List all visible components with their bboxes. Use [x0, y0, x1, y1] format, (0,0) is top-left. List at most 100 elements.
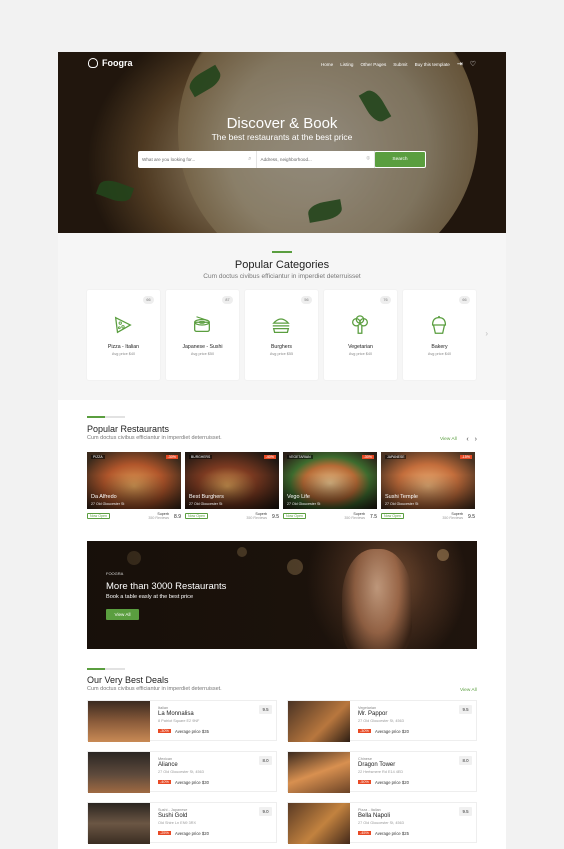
carousel-next-icon[interactable]: ›	[485, 329, 488, 338]
deal-item[interactable]: Chinese Dragon Tower 22 Hertsmere Rd E14…	[287, 751, 477, 793]
deal-discount-badge: -30%	[158, 729, 171, 733]
deal-score: 9.0	[259, 807, 272, 816]
pizza-icon	[114, 316, 132, 334]
search-what-placeholder: What are you looking for...	[142, 157, 196, 162]
popular-categories-section: Popular Categories Cum doctus civibus ef…	[58, 233, 506, 400]
restaurant-name: Da Alfredo	[91, 494, 117, 500]
sushi-icon	[194, 316, 210, 333]
deal-item[interactable]: Vegetarian Mr. Pappor 27 Old Gloucester …	[287, 700, 477, 742]
category-card[interactable]: 87 Japanese - Sushi Avg price $50	[166, 290, 239, 380]
section-divider	[105, 416, 125, 418]
deal-item[interactable]: Italian La Monnalisa 8 Patriot Square E2…	[87, 700, 277, 742]
search-what-input[interactable]: What are you looking for... ⌕	[138, 151, 257, 168]
deal-address: 8 Patriot Square E2 9NF	[158, 719, 200, 723]
nav-buy-template[interactable]: Buy this template	[415, 62, 450, 67]
main-nav: Home Listing Other Pages Submit Buy this…	[321, 60, 476, 68]
restaurant-address: 27 Old Gloucester St	[189, 502, 223, 506]
deal-name: Mr. Pappor	[358, 711, 388, 717]
discount-badge: -40%	[263, 455, 276, 459]
deal-cuisine: Chinese	[358, 757, 372, 761]
deal-average-price: Average price $20	[375, 729, 409, 734]
deal-average-price: Average price $20	[375, 780, 409, 785]
deal-photo	[288, 752, 350, 793]
deal-score: 9.5	[459, 807, 472, 816]
hero-title: Discover & Book	[226, 115, 338, 132]
deal-average-price: Average price $35	[175, 729, 209, 734]
cupcake-icon	[431, 315, 447, 334]
banner-brand: FOOGRA	[106, 571, 124, 576]
burger-icon	[272, 318, 290, 333]
deal-name: Aliance	[158, 762, 178, 768]
deal-item[interactable]: Pizza - Italian Bella Napoli 27 Old Glou…	[287, 802, 477, 844]
category-count: 87	[222, 296, 233, 304]
rating-label: Superb 350 Reviews	[344, 512, 365, 521]
broccoli-icon	[352, 315, 368, 334]
category-name: Vegetarian	[348, 344, 373, 350]
section-accent-line	[87, 416, 105, 418]
logo[interactable]: Foogra	[88, 58, 133, 68]
categories-subtitle: Cum doctus civibus efficiantur in imperd…	[203, 273, 361, 280]
category-count: 56	[301, 296, 312, 304]
category-card[interactable]: 56 Burghers Avg price $55	[245, 290, 318, 380]
deal-photo	[88, 701, 150, 742]
deal-item[interactable]: Mexican Aliance 27 Old Gloucester St, 45…	[87, 751, 277, 793]
restaurant-photo: PIZZA -30% Da Alfredo 27 Old Gloucester …	[87, 452, 181, 509]
rating-score: 9.5	[468, 514, 475, 520]
deal-score: 9.5	[459, 705, 472, 714]
category-count: 66	[459, 296, 470, 304]
open-status-badge: Now Open	[381, 513, 404, 519]
category-name: Japanese - Sushi	[182, 344, 223, 350]
chevron-left-icon[interactable]: ‹	[466, 436, 468, 443]
deals-title: Our Very Best Deals	[87, 675, 169, 685]
rating-label: Superb 350 Reviews	[442, 512, 463, 521]
restaurant-tag: JAPANESE	[385, 455, 407, 459]
category-name: Bakery	[431, 344, 448, 350]
category-card[interactable]: 66 Pizza - Italian Avg price $40	[87, 290, 160, 380]
popular-restaurants-carousel: PIZZA -30% Da Alfredo 27 Old Gloucester …	[87, 452, 475, 523]
restaurant-address: 27 Old Gloucester St	[385, 502, 419, 506]
hero-section: Foogra Home Listing Other Pages Submit B…	[58, 52, 506, 233]
nav-other-pages[interactable]: Other Pages	[360, 62, 386, 67]
deal-name: Sushi Gold	[158, 813, 188, 819]
category-card[interactable]: 76 Vegetarian Avg price $40	[324, 290, 397, 380]
restaurant-card[interactable]: BURGHERS -40% Best Burghers 27 Old Glouc…	[185, 452, 279, 523]
deal-item[interactable]: Sushi - Japanese Sushi Gold Old Shire Ln…	[87, 802, 277, 844]
deals-view-all-link[interactable]: View All	[460, 688, 477, 693]
popular-view-all-link[interactable]: View All	[440, 437, 457, 442]
deals-subtitle: Cum doctus civibus efficiantur in imperd…	[87, 686, 222, 692]
rating-score: 7.5	[370, 514, 377, 520]
nav-submit[interactable]: Submit	[393, 62, 407, 67]
banner-view-all-button[interactable]: View All	[106, 609, 139, 620]
category-name: Pizza - Italian	[107, 344, 140, 350]
deal-cuisine: Pizza - Italian	[358, 808, 381, 812]
promo-banner: FOOGRA More than 3000 Restaurants Book a…	[87, 541, 477, 649]
popular-restaurants-subtitle: Cum doctus civibus efficiantur in imperd…	[87, 435, 222, 441]
restaurant-card[interactable]: PIZZA -30% Da Alfredo 27 Old Gloucester …	[87, 452, 181, 523]
open-status-badge: Now Open	[185, 513, 208, 519]
search-button[interactable]: Search	[375, 152, 425, 167]
deals-grid: Italian La Monnalisa 8 Patriot Square E2…	[87, 700, 477, 844]
deal-address: 27 Old Gloucester St, 4563	[358, 821, 404, 825]
chevron-right-icon[interactable]: ›	[475, 436, 477, 443]
nav-listing[interactable]: Listing	[340, 62, 353, 67]
restaurant-card[interactable]: JAPANESE -15% Sushi Temple 27 Old Glouce…	[381, 452, 475, 523]
nav-home[interactable]: Home	[321, 62, 333, 67]
discount-badge: -30%	[361, 455, 374, 459]
category-card[interactable]: 66 Bakery Avg price $40	[403, 290, 476, 380]
deal-cuisine: Mexican	[158, 757, 173, 761]
login-icon[interactable]: ⇥	[457, 60, 463, 68]
category-price: Avg price $50	[190, 352, 215, 356]
restaurant-photo: JAPANESE -15% Sushi Temple 27 Old Glouce…	[381, 452, 475, 509]
logo-text: Foogra	[102, 58, 133, 68]
restaurant-tag: VEGETARIAN	[287, 455, 313, 459]
deal-name: Bella Napoli	[358, 813, 391, 819]
search-where-input[interactable]: Address, neighborhood... ⌾	[257, 151, 375, 168]
popular-restaurants-title: Popular Restaurants	[87, 424, 170, 434]
category-count: 66	[143, 296, 154, 304]
restaurant-name: Best Burghers	[189, 494, 224, 500]
rating-score: 9.5	[272, 514, 279, 520]
restaurant-card[interactable]: VEGETARIAN -30% Vego Life 27 Old Glouces…	[283, 452, 377, 523]
popular-carousel-arrows: ‹ ›	[466, 436, 477, 443]
section-accent-line	[272, 251, 292, 253]
heart-icon[interactable]: ♡	[470, 60, 476, 68]
